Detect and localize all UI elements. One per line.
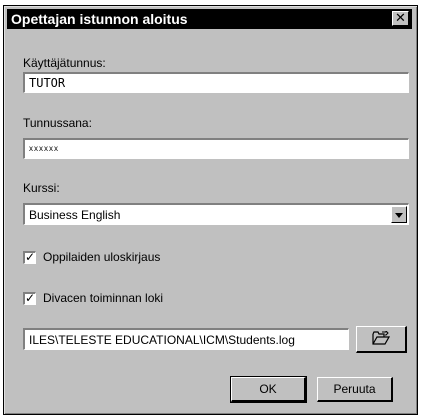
password-label: Tunnussana: xyxy=(23,116,92,130)
course-select[interactable]: Business English xyxy=(23,203,409,225)
dialog-window: Opettajan istunnon aloitus ✕ Käyttäjätun… xyxy=(3,5,418,415)
chevron-down-icon[interactable] xyxy=(391,206,407,223)
close-button[interactable]: ✕ xyxy=(392,11,409,26)
course-label: Kurssi: xyxy=(23,181,60,195)
checkmark-icon: ✓ xyxy=(25,250,36,264)
username-field[interactable]: TUTOR xyxy=(23,72,409,93)
ok-button[interactable]: OK xyxy=(230,376,307,403)
log-path-field[interactable]: ILES\TELESTE EDUCATIONAL\ICM\Students.lo… xyxy=(23,328,349,350)
password-value: xxxxxx xyxy=(29,144,59,153)
close-icon: ✕ xyxy=(395,10,406,25)
browse-button[interactable] xyxy=(356,326,407,353)
student-logout-checkbox[interactable]: ✓ xyxy=(23,251,36,264)
password-field[interactable]: xxxxxx xyxy=(23,138,409,159)
cancel-button-label: Peruuta xyxy=(333,382,376,396)
activity-log-label[interactable]: Divacen toiminnan loki xyxy=(43,291,163,305)
open-folder-icon xyxy=(372,329,391,348)
cancel-button[interactable]: Peruuta xyxy=(317,377,393,402)
checkmark-icon: ✓ xyxy=(25,291,36,305)
window-title: Opettajan istunnon aloitus xyxy=(11,11,188,27)
ok-button-label: OK xyxy=(259,382,277,396)
activity-log-checkbox[interactable]: ✓ xyxy=(23,292,36,305)
username-value: TUTOR xyxy=(29,76,66,90)
log-path-value: ILES\TELESTE EDUCATIONAL\ICM\Students.lo… xyxy=(29,333,295,347)
username-label: Käyttäjätunnus: xyxy=(23,56,106,70)
student-logout-label[interactable]: Oppilaiden uloskirjaus xyxy=(43,250,160,264)
title-bar: Opettajan istunnon aloitus ✕ xyxy=(7,9,412,29)
course-selected-value: Business English xyxy=(29,208,121,222)
